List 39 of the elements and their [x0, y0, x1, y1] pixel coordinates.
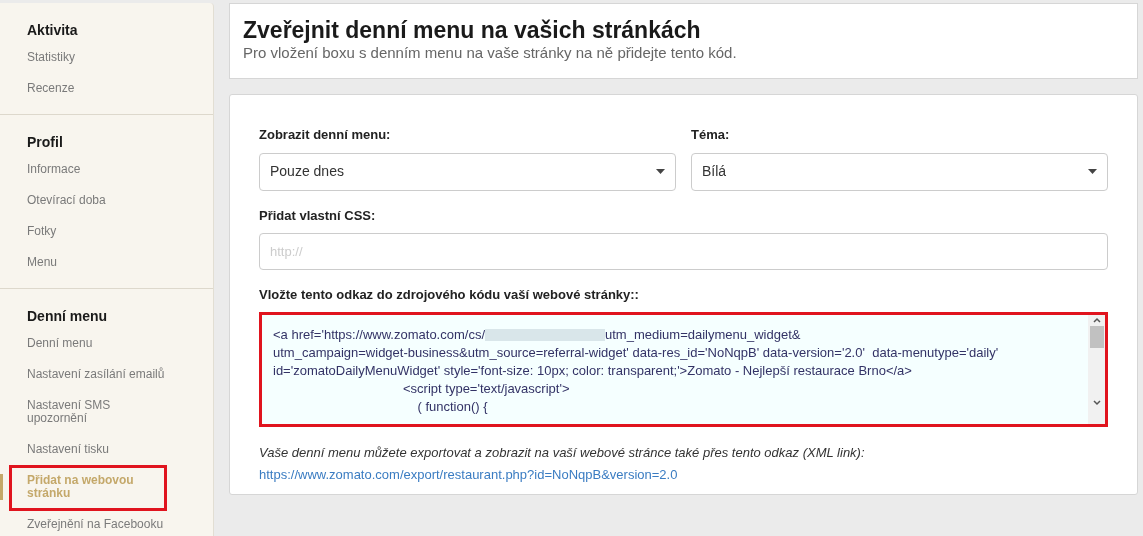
- sidebar-link[interactable]: Nastavení tisku: [27, 434, 173, 465]
- sidebar-link[interactable]: Fotky: [27, 216, 173, 247]
- code-line: id='zomatoDailyMenuWidget' style='font-size: 10px; color: transparent;'>Zomato - Nejlepší restaurace Brno</a>: [273, 361, 912, 380]
- scroll-down-icon: [1092, 399, 1101, 406]
- scroll-up-icon: [1092, 316, 1101, 323]
- field-label: Téma:: [691, 126, 731, 144]
- sidebar-link[interactable]: Přidat na webovou stránku: [27, 465, 173, 509]
- caret-icon: [656, 169, 665, 174]
- section-heading: Aktivita: [26, 22, 79, 38]
- export-note: Vaše denní menu můžete exportovat a zobrazit na vaší webové stránce také přes tento odkaz (XML link):: [259, 443, 866, 462]
- section-heading: Denní menu: [26, 308, 109, 324]
- sidebar-link[interactable]: Informace: [27, 154, 173, 185]
- sidebar-link[interactable]: Recenze: [27, 73, 173, 104]
- sidebar-link[interactable]: Statistiky: [27, 42, 173, 73]
- page-subtitle: Pro vložení boxu s denním menu na vaše stránky na ně přidejte tento kód.: [243, 44, 738, 62]
- code-line: <script type='text/javascript'>: [402, 379, 570, 398]
- export-link[interactable]: https://www.zomato.com/export/restaurant.php?id=NoNqpB&version=2.0: [259, 466, 678, 482]
- code-line: utm_campaign=widget-business&utm_source=referral-widget' data-res_id='NoNqpB' data-version='2.0' data-menutype='daily': [273, 343, 999, 362]
- code-line: <a href='https://www.zomato.com/cs/: [273, 325, 485, 344]
- caret-icon: [1088, 169, 1097, 174]
- field-label: Vložte tento odkaz do zdrojového kódu vaší webové stránky::: [259, 286, 640, 304]
- code-line: utm_medium=dailymenu_widget&: [605, 325, 801, 344]
- code-textarea[interactable]: [259, 311, 1108, 427]
- section-heading: Profil: [26, 134, 64, 150]
- code-line: ( function() {: [416, 397, 488, 416]
- active-indicator: [0, 474, 3, 500]
- field-label: Přidat vlastní CSS:: [259, 206, 377, 225]
- sidebar-link[interactable]: Menu: [27, 247, 173, 278]
- sidebar-link[interactable]: Denní menu: [27, 328, 173, 359]
- sidebar-link[interactable]: Nastavení zasílání emailů: [27, 359, 173, 390]
- field-label: Zobrazit denní menu:: [259, 126, 392, 144]
- sidebar-link[interactable]: Nastavení SMS upozornění: [27, 390, 173, 434]
- sidebar-link[interactable]: Otevírací doba: [27, 185, 173, 216]
- scroll-thumb[interactable]: [1089, 325, 1104, 348]
- dropdown[interactable]: Bílá: [691, 152, 1108, 191]
- scrollbar[interactable]: [1088, 314, 1105, 424]
- dropdown[interactable]: Pouze dnes: [259, 152, 676, 191]
- sidebar-link[interactable]: Zveřejnění na Facebooku: [27, 509, 173, 536]
- page-title: Zveřejnit denní menu na vašich stránkách: [243, 16, 702, 44]
